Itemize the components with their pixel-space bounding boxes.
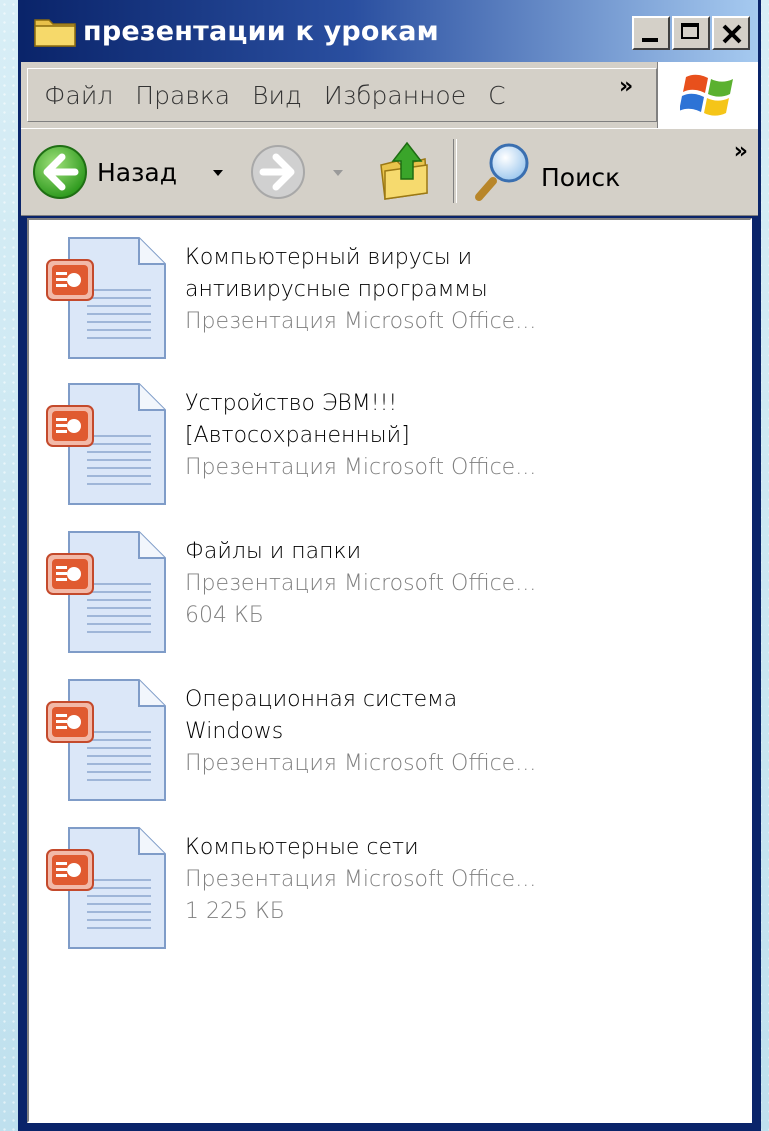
forward-dropdown-arrow[interactable] — [333, 170, 343, 176]
toolbar: Назад Поиск » — [21, 128, 758, 216]
file-text: Устройство ЭВМ!!! [Автосохраненный] Презен… — [185, 388, 725, 484]
up-folder-icon — [380, 141, 428, 200]
file-text: Компьютерный вирусы и антивирусные програ… — [185, 242, 725, 338]
powerpoint-file-icon[interactable] — [43, 528, 173, 658]
menu-file[interactable]: Файл — [44, 81, 113, 110]
file-size: 604 КБ — [185, 603, 264, 628]
file-text: Файлы и папки Презентация Microsoft Offic… — [185, 536, 725, 632]
file-type: Презентация Microsoft Office... — [185, 455, 537, 480]
minimize-button[interactable] — [632, 16, 670, 50]
search-icon — [475, 143, 529, 201]
file-item[interactable]: Компьютерный вирусы и антивирусные програ… — [29, 234, 729, 374]
file-list-pane[interactable]: Компьютерный вирусы и антивирусные програ… — [27, 218, 752, 1123]
maximize-button[interactable] — [672, 16, 710, 50]
folder-icon — [33, 14, 77, 48]
file-size: 1 225 КБ — [185, 899, 285, 924]
file-item[interactable]: Компьютерные сети Презентация Microsoft O… — [29, 824, 729, 964]
file-name-line[interactable]: Компьютерный вирусы и — [185, 242, 725, 274]
file-name-line[interactable]: Устройство ЭВМ!!! — [185, 388, 725, 420]
search-label: Поиск — [541, 162, 621, 192]
toolbar-separator — [453, 139, 457, 203]
file-name-line[interactable]: Операционная система — [185, 684, 725, 716]
menu-favorites[interactable]: Избранное — [324, 81, 466, 110]
menu-view[interactable]: Вид — [252, 81, 302, 110]
menu-service-truncated[interactable]: С — [488, 81, 505, 110]
powerpoint-file-icon[interactable] — [43, 234, 173, 364]
windows-logo-box — [657, 62, 758, 128]
explorer-window: презентации к урокам Файл Правка Вид Изб… — [18, 0, 761, 1131]
back-dropdown-arrow[interactable] — [213, 170, 223, 176]
file-name-line[interactable]: Windows — [185, 716, 725, 748]
back-button[interactable]: Назад — [31, 143, 223, 201]
file-name-line[interactable]: антивирусные программы — [185, 274, 725, 306]
close-icon — [722, 24, 742, 44]
menu-bar: Файл Правка Вид Избранное С » — [21, 62, 758, 129]
back-label: Назад — [97, 157, 178, 187]
file-item[interactable]: Устройство ЭВМ!!! [Автосохраненный] Презен… — [29, 380, 729, 520]
powerpoint-file-icon[interactable] — [43, 676, 173, 806]
file-name-line[interactable]: Компьютерные сети — [185, 832, 725, 864]
file-text: Операционная система Windows Презентация M… — [185, 684, 725, 780]
back-arrow-icon — [33, 145, 87, 199]
window-title: презентации к урокам — [83, 15, 439, 47]
file-type: Презентация Microsoft Office... — [185, 867, 537, 892]
file-type: Презентация Microsoft Office... — [185, 309, 537, 334]
toolbar-overflow-chevron[interactable]: » — [734, 139, 748, 164]
file-text: Компьютерные сети Презентация Microsoft O… — [185, 832, 725, 928]
title-bar[interactable]: презентации к урокам — [21, 0, 758, 62]
file-name-line[interactable]: Файлы и папки — [185, 536, 725, 568]
forward-arrow-icon — [251, 145, 305, 199]
file-item[interactable]: Операционная система Windows Презентация M… — [29, 676, 729, 816]
menu-edit[interactable]: Правка — [135, 81, 230, 110]
powerpoint-file-icon[interactable] — [43, 824, 173, 954]
file-type: Презентация Microsoft Office... — [185, 571, 537, 596]
forward-button[interactable] — [249, 143, 343, 201]
windows-logo-icon — [680, 74, 733, 116]
search-button[interactable]: Поиск — [473, 139, 620, 203]
close-button[interactable] — [712, 16, 750, 50]
up-folder-button[interactable] — [377, 139, 433, 203]
file-item[interactable]: Файлы и папки Презентация Microsoft Offic… — [29, 528, 729, 668]
file-name-line[interactable]: [Автосохраненный] — [185, 420, 725, 452]
powerpoint-file-icon[interactable] — [43, 380, 173, 510]
file-type: Презентация Microsoft Office... — [185, 751, 537, 776]
menu-overflow-chevron[interactable]: » — [619, 74, 633, 99]
